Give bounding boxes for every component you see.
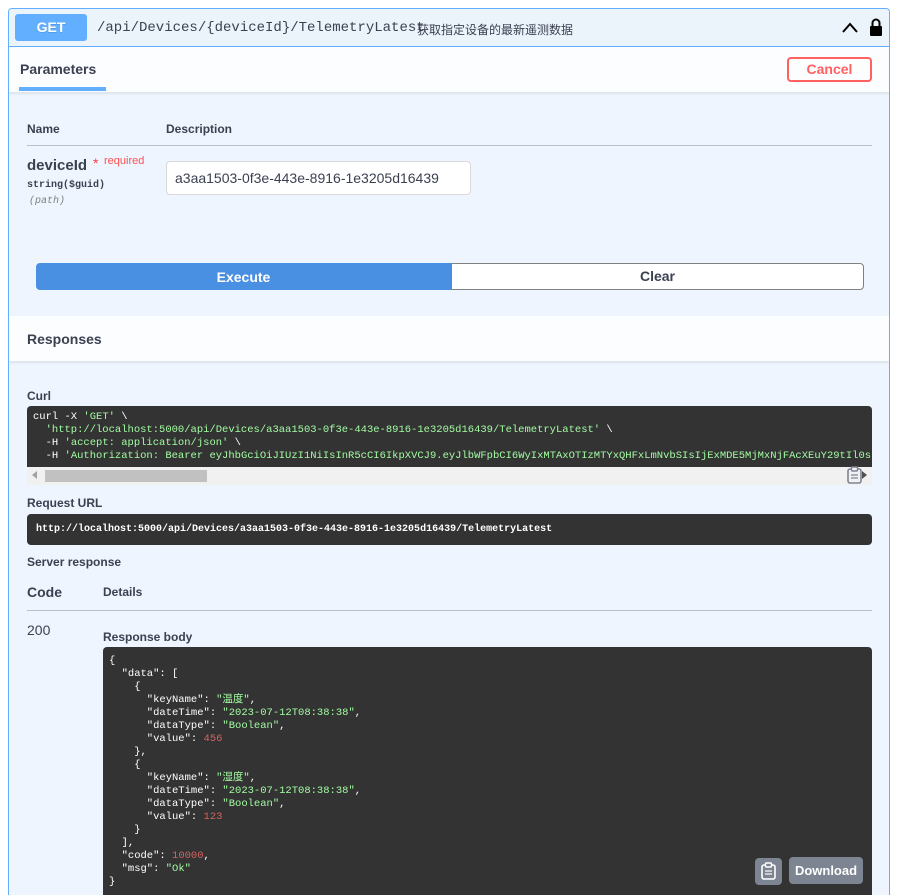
- json-string: "Ok": [165, 863, 191, 875]
- clipboard-icon: [761, 862, 776, 880]
- request-url-label: Request URL: [27, 496, 103, 510]
- copy-button[interactable]: [755, 858, 782, 885]
- parameter-name: deviceId: [27, 157, 88, 174]
- parameters-header: Parameters Cancel: [9, 47, 889, 93]
- json-string: "Boolean": [222, 720, 280, 732]
- endpoint-description: 获取指定设备的最新遥测数据: [417, 23, 574, 37]
- curl-line3-value: 'accept: application/json': [64, 437, 229, 449]
- column-header-name: Name: [27, 122, 60, 136]
- curl-line3-tail: \: [228, 437, 241, 449]
- device-id-input[interactable]: [166, 161, 471, 195]
- required-star: *: [93, 155, 99, 171]
- scroll-left-icon[interactable]: [32, 471, 37, 479]
- curl-line4-flag: -H: [33, 450, 65, 462]
- divider: [27, 610, 872, 611]
- server-response-label: Server response: [27, 555, 122, 569]
- tab-parameters[interactable]: Parameters: [20, 61, 96, 77]
- code-column-header: Code: [27, 584, 62, 600]
- divider: [27, 145, 872, 146]
- json-string: "2023-07-12T08:38:38": [222, 707, 355, 719]
- clipboard-icon[interactable]: [845, 465, 865, 485]
- details-column-header: Details: [103, 585, 143, 599]
- json-string: "温度": [216, 694, 250, 706]
- clear-button[interactable]: Clear: [451, 263, 864, 290]
- json-number: 10000: [172, 850, 204, 862]
- execute-button[interactable]: Execute: [36, 263, 451, 290]
- response-body-label: Response body: [103, 630, 193, 644]
- json-string: "Boolean": [222, 798, 280, 810]
- execute-wrapper: Execute Clear: [36, 263, 864, 290]
- horizontal-scrollbar[interactable]: [27, 467, 872, 485]
- download-button[interactable]: Download: [789, 857, 863, 884]
- parameter-type: string($guid): [27, 180, 106, 191]
- http-method-badge: GET: [15, 14, 87, 41]
- curl-label: Curl: [27, 389, 51, 403]
- lock-icon[interactable]: [869, 17, 883, 37]
- curl-command[interactable]: curl -X 'GET' \ 'http://localhost:5000/a…: [27, 406, 872, 467]
- curl-line3-flag: -H: [33, 437, 65, 449]
- json-number: 123: [203, 811, 223, 823]
- endpoint-path: /api/Devices/{deviceId}/TelemetryLatest: [97, 20, 425, 36]
- responses-title: Responses: [27, 331, 102, 347]
- curl-line2-url: 'http://localhost:5000/api/Devices/a3aa1…: [33, 424, 601, 436]
- cancel-button[interactable]: Cancel: [787, 57, 872, 82]
- curl-line4-value: 'Authorization: Bearer eyJhbGciOiJIUzI1N…: [64, 450, 872, 462]
- operation-block: GET /api/Devices/{deviceId}/TelemetryLat…: [8, 8, 890, 895]
- responses-header: Responses: [9, 316, 889, 362]
- tab-active-indicator: [19, 87, 106, 91]
- column-header-description: Description: [166, 122, 233, 136]
- chevron-up-icon[interactable]: [841, 19, 859, 37]
- json-string: "2023-07-12T08:38:38": [222, 785, 355, 797]
- required-label: required: [104, 155, 145, 167]
- parameter-location: (path): [29, 196, 66, 207]
- json-number: 456: [203, 733, 223, 745]
- json-string: "湿度": [216, 772, 250, 784]
- curl-line1-tail: \: [114, 411, 128, 423]
- response-status-code: 200: [27, 622, 51, 638]
- curl-line1-cmd: curl -X: [33, 411, 84, 423]
- curl-line1-method: 'GET': [83, 411, 115, 423]
- curl-line2-tail: \: [600, 424, 613, 436]
- operation-summary[interactable]: GET /api/Devices/{deviceId}/TelemetryLat…: [9, 9, 889, 47]
- scrollbar-thumb[interactable]: [45, 470, 207, 482]
- request-url: http://localhost:5000/api/Devices/a3aa15…: [27, 514, 872, 545]
